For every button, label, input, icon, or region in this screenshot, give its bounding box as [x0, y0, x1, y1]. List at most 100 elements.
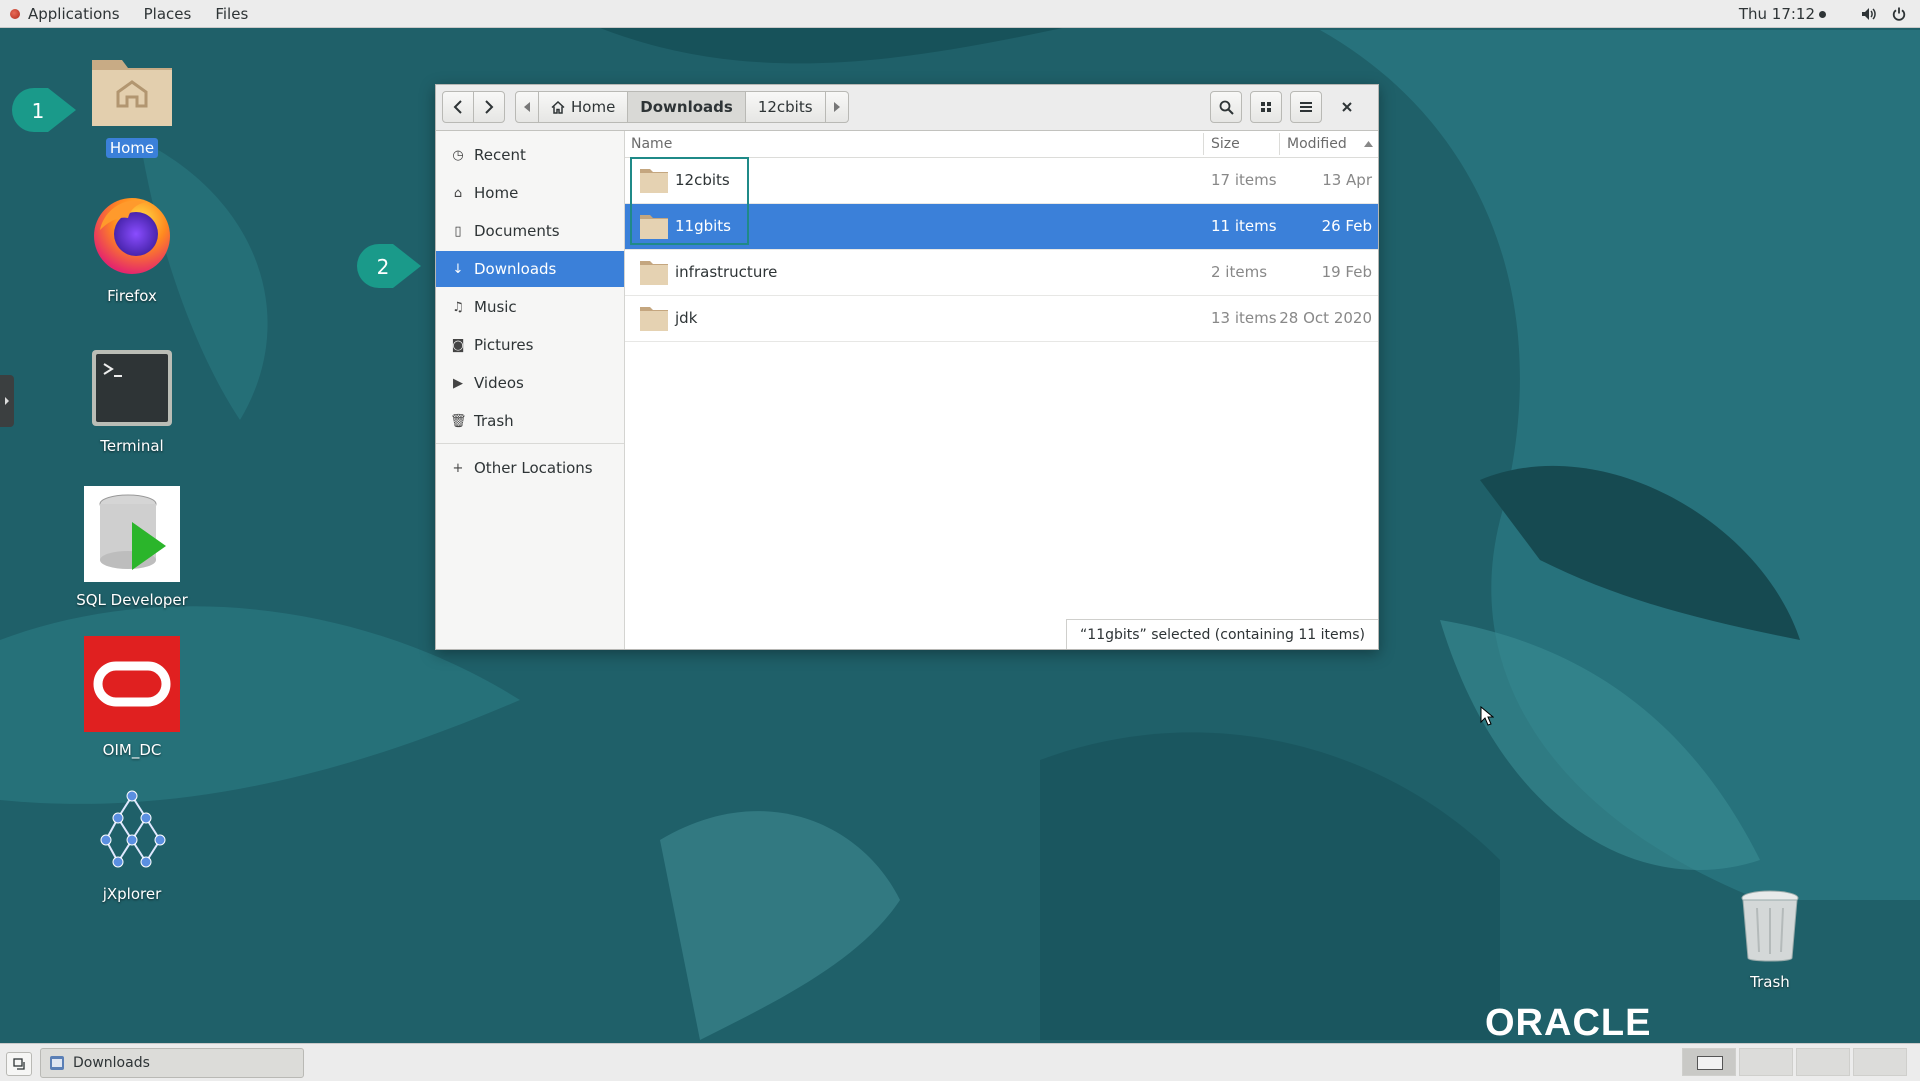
- workspace-2[interactable]: [1739, 1048, 1793, 1076]
- column-size[interactable]: Size: [1211, 136, 1240, 152]
- file-size: 11 items: [1211, 217, 1277, 235]
- folder-icon: [640, 169, 668, 193]
- files-app-icon: [50, 1056, 64, 1070]
- file-modified: 26 Feb: [1321, 217, 1372, 235]
- desktop-icon-label: Home: [105, 138, 159, 158]
- places-sidebar: ◷ Recent ⌂ Home ▯ Documents ↓ Downloads ♫ Mus…: [436, 131, 625, 649]
- desktop-icon-home[interactable]: Home: [67, 50, 197, 158]
- triangle-right-icon: [833, 102, 840, 112]
- sidebar-item-label: Downloads: [474, 260, 557, 278]
- oracle-app-icon: [84, 636, 180, 732]
- sidebar-item-downloads[interactable]: ↓ Downloads: [436, 251, 624, 287]
- desktop-icon-label: Terminal: [100, 437, 164, 455]
- sidebar-item-trash[interactable]: 🗑 Trash: [436, 403, 624, 439]
- menu-button[interactable]: [1290, 91, 1322, 123]
- table-row[interactable]: infrastructure 2 items 19 Feb: [625, 250, 1378, 296]
- camera-icon: ◙: [451, 337, 465, 353]
- breadcrumb-12cbits[interactable]: 12cbits: [745, 91, 826, 123]
- callout-step-2: 2: [357, 244, 421, 288]
- firefox-icon: [94, 198, 170, 274]
- breadcrumb-scroll-left[interactable]: [515, 91, 539, 123]
- callout-number: 2: [376, 255, 390, 279]
- home-icon: [551, 100, 565, 114]
- chevron-left-icon: [453, 100, 462, 114]
- breadcrumb-label: 12cbits: [757, 98, 813, 116]
- clock[interactable]: Thu 17:12: [1739, 5, 1826, 23]
- sidebar-item-videos[interactable]: ▶ Videos: [436, 365, 624, 401]
- sidebar-item-label: Other Locations: [474, 459, 593, 477]
- desktop-icon-oim-dc[interactable]: OIM_DC: [67, 636, 197, 760]
- forward-button[interactable]: [473, 91, 505, 123]
- sidebar-separator: [436, 443, 624, 444]
- workspace-1[interactable]: [1682, 1048, 1736, 1076]
- power-icon[interactable]: [1884, 0, 1914, 27]
- column-name[interactable]: Name: [631, 136, 672, 152]
- breadcrumb-scroll-right[interactable]: [825, 91, 849, 123]
- jxplorer-icon: [100, 790, 166, 868]
- header-bar: Home Downloads 12cbits: [436, 85, 1378, 131]
- clock-icon: ◷: [452, 147, 464, 163]
- sidebar-item-home[interactable]: ⌂ Home: [436, 175, 624, 211]
- sidebar-item-music[interactable]: ♫ Music: [436, 289, 624, 325]
- file-modified: 28 Oct 2020: [1279, 309, 1372, 327]
- trash-icon: 🗑: [450, 413, 467, 429]
- desktop-icon-label: OIM_DC: [102, 741, 162, 759]
- table-row[interactable]: 12cbits 17 items 13 Apr: [625, 158, 1378, 204]
- desktop-icon-label: SQL Developer: [76, 591, 188, 609]
- desktop-icon-sql-developer[interactable]: SQL Developer: [67, 486, 197, 610]
- table-row[interactable]: jdk 13 items 28 Oct 2020: [625, 296, 1378, 342]
- menu-files[interactable]: Files: [203, 0, 260, 27]
- download-icon: ↓: [452, 261, 464, 277]
- taskbar-item-downloads[interactable]: Downloads: [40, 1048, 304, 1078]
- desktop-icon-jxplorer[interactable]: jXplorer: [67, 788, 197, 904]
- sidebar-item-label: Pictures: [474, 336, 534, 354]
- callout-step-1: 1: [12, 88, 76, 132]
- workspace-3[interactable]: [1796, 1048, 1850, 1076]
- file-size: 13 items: [1211, 309, 1277, 327]
- desktop-icon-label: Firefox: [107, 287, 157, 305]
- triangle-left-icon: [524, 102, 530, 112]
- table-row[interactable]: 11gbits 11 items 26 Feb: [625, 204, 1378, 250]
- document-icon: ▯: [454, 223, 462, 239]
- sidebar-item-pictures[interactable]: ◙ Pictures: [436, 327, 624, 363]
- hamburger-icon: [1300, 102, 1312, 112]
- home-folder-icon: [92, 60, 172, 126]
- breadcrumb-downloads[interactable]: Downloads: [628, 91, 746, 123]
- status-overlay: “11gbits” selected (containing 11 items): [1066, 619, 1378, 649]
- sidebar-item-label: Videos: [474, 374, 524, 392]
- grid-icon: [1261, 102, 1271, 112]
- show-desktop-icon: [13, 1058, 25, 1070]
- search-button[interactable]: [1210, 91, 1242, 123]
- mouse-pointer-icon: [1480, 706, 1494, 726]
- grid-view-button[interactable]: [1250, 91, 1282, 123]
- notification-dot-icon: [1819, 10, 1826, 18]
- desktop-icon-trash[interactable]: Trash: [1705, 890, 1835, 992]
- sidebar-item-documents[interactable]: ▯ Documents: [436, 213, 624, 249]
- column-modified[interactable]: Modified: [1287, 136, 1347, 152]
- sidebar-item-label: Recent: [474, 146, 526, 164]
- status-text: “11gbits” selected (containing 11 items): [1080, 626, 1365, 643]
- dash-edge-handle[interactable]: [0, 375, 14, 427]
- sidebar-item-recent[interactable]: ◷ Recent: [436, 137, 624, 173]
- oracle-logo: ORACLE: [1485, 1005, 1650, 1039]
- sidebar-item-label: Trash: [474, 412, 514, 430]
- volume-icon[interactable]: [1854, 0, 1884, 27]
- desktop-icon-firefox[interactable]: Firefox: [67, 190, 197, 306]
- terminal-icon: [92, 350, 172, 426]
- file-modified: 19 Feb: [1321, 263, 1372, 281]
- menu-applications[interactable]: Applications: [20, 0, 132, 27]
- breadcrumb-home[interactable]: Home: [539, 91, 629, 123]
- workspace-4[interactable]: [1853, 1048, 1907, 1076]
- desktop-icon-label: jXplorer: [102, 885, 162, 903]
- sidebar-item-other-locations[interactable]: + Other Locations: [436, 450, 624, 486]
- close-button[interactable]: [1338, 98, 1356, 116]
- menu-places[interactable]: Places: [132, 0, 204, 27]
- folder-icon: [640, 261, 668, 285]
- breadcrumb-label: Downloads: [640, 98, 733, 116]
- desktop-icon-label: Trash: [1750, 973, 1790, 991]
- breadcrumb-label: Home: [571, 98, 616, 116]
- column-divider: [1279, 133, 1280, 155]
- show-desktop-button[interactable]: [6, 1052, 32, 1076]
- desktop-icon-terminal[interactable]: Terminal: [67, 348, 197, 456]
- back-button[interactable]: [442, 91, 474, 123]
